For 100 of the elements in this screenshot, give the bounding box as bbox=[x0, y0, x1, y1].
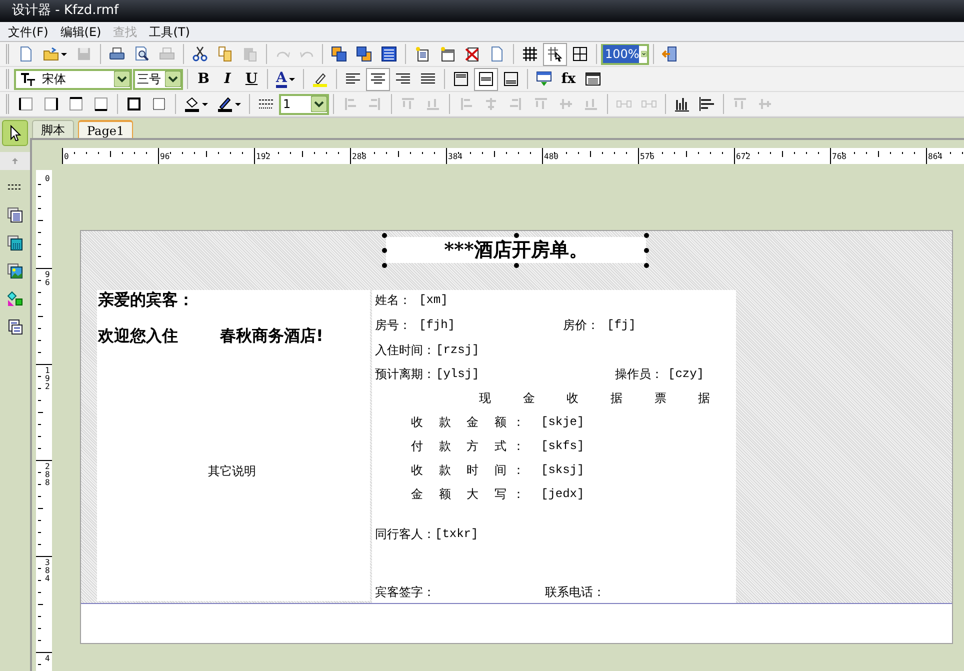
pen-icon bbox=[217, 96, 233, 112]
tab[interactable]: Page1 bbox=[78, 120, 134, 138]
align-icon bbox=[558, 96, 574, 112]
selection-handle[interactable] bbox=[514, 233, 519, 238]
selection-handle[interactable] bbox=[644, 248, 649, 253]
grid-cursor-icon bbox=[547, 46, 563, 62]
horizontal-bars-icon bbox=[699, 96, 715, 112]
data-field-tag: [sksj] bbox=[541, 463, 584, 477]
menu-item[interactable]: 编辑(E) bbox=[55, 22, 106, 40]
align-icon bbox=[508, 96, 524, 112]
ruler-label: 672 bbox=[736, 153, 750, 161]
field-label: 房价： bbox=[563, 318, 599, 332]
grid-icon bbox=[522, 46, 538, 62]
dropdown[interactable]: 宋体 bbox=[14, 68, 132, 90]
toolbar-button[interactable] bbox=[366, 68, 390, 90]
selection-handle[interactable] bbox=[644, 263, 649, 268]
printer-icon bbox=[159, 46, 175, 62]
ruler-label: 96 bbox=[160, 153, 170, 161]
overlapping-squares-icon bbox=[331, 46, 347, 62]
toolbar-button[interactable]: U bbox=[240, 68, 263, 90]
printer-icon bbox=[109, 46, 125, 62]
toolbar-button[interactable]: B bbox=[192, 68, 215, 90]
curved-arrow-icon bbox=[276, 50, 290, 58]
heading-text: 春秋商务酒店! bbox=[220, 327, 324, 345]
align-middle-icon bbox=[478, 71, 494, 87]
align-bottom-icon bbox=[502, 71, 519, 87]
data-field-tag: [fj] bbox=[607, 318, 636, 332]
left-border-icon bbox=[18, 96, 34, 112]
align-icon bbox=[400, 96, 416, 112]
tab[interactable]: 脚本 bbox=[32, 120, 74, 138]
ruler-label: 288 bbox=[45, 463, 51, 487]
ruler-label: 192 bbox=[45, 367, 51, 391]
toolbar-button[interactable] bbox=[474, 68, 498, 90]
ruler-label: 4 bbox=[45, 655, 51, 663]
window-down-arrow-icon bbox=[536, 71, 552, 87]
ruler-label: 768 bbox=[832, 153, 846, 161]
field-label: 付 款 方 式： bbox=[411, 439, 530, 453]
ruler-label: 192 bbox=[256, 153, 270, 161]
font-icon bbox=[20, 71, 36, 87]
right-border-icon bbox=[43, 96, 59, 112]
picture-icon bbox=[7, 263, 23, 279]
selection-handle[interactable] bbox=[644, 233, 649, 238]
data-field-tag: [fjh] bbox=[419, 318, 456, 332]
ruler-label: 384 bbox=[448, 153, 462, 161]
copy-icon bbox=[217, 46, 233, 62]
field-label: 入住时间： bbox=[375, 343, 435, 357]
page-icon bbox=[18, 46, 34, 62]
field-label: 金 额 大 写： bbox=[411, 487, 530, 501]
data-field-tag: [ylsj] bbox=[436, 367, 480, 381]
field-label: 收 款 金 额： bbox=[411, 415, 530, 429]
dropdown[interactable]: 1 bbox=[279, 94, 329, 114]
data-field-tag: [jedx] bbox=[541, 487, 584, 501]
caret-icon bbox=[61, 52, 67, 56]
full-border-icon bbox=[126, 96, 142, 112]
heading-text: 欢迎您入住 bbox=[98, 327, 178, 345]
menu-item[interactable]: 工具(T) bbox=[144, 22, 195, 40]
ruler-label: 576 bbox=[640, 153, 654, 161]
text-pages-icon bbox=[7, 207, 23, 223]
data-field-tag: [skfs] bbox=[541, 439, 584, 453]
data-field-tag: [skje] bbox=[541, 415, 584, 429]
ruler-label: 384 bbox=[45, 559, 51, 583]
field-label: 操作员： bbox=[615, 367, 663, 381]
exit-door-icon bbox=[662, 46, 678, 62]
top-border-icon bbox=[68, 96, 84, 112]
selection-handle[interactable] bbox=[382, 248, 387, 253]
sparkle-page-icon bbox=[414, 46, 430, 62]
align-icon bbox=[483, 96, 499, 112]
label-text: 其它说明 bbox=[208, 464, 256, 478]
ruler-label: 0 bbox=[45, 175, 51, 183]
page-icon bbox=[489, 46, 505, 62]
selection-handle[interactable] bbox=[514, 263, 519, 268]
align-icon bbox=[533, 96, 549, 112]
list-panel-icon bbox=[381, 46, 397, 62]
caret-icon bbox=[288, 78, 295, 80]
dropdown[interactable]: 100% bbox=[601, 44, 649, 64]
data-field-tag: [txkr] bbox=[435, 527, 478, 541]
field-label: 收 款 时 间： bbox=[411, 463, 530, 477]
delete-page-icon bbox=[464, 46, 480, 62]
menu-item[interactable]: 文件(F) bbox=[3, 22, 54, 40]
toolbar-button[interactable]: fx bbox=[556, 68, 580, 90]
caret-icon bbox=[202, 102, 208, 106]
ruler-label: 480 bbox=[544, 153, 558, 161]
toolbar-button[interactable]: I bbox=[216, 68, 239, 90]
window-title: 设计器 - Kfzd.rmf bbox=[12, 2, 119, 20]
section-heading: 现 金 收 据 票 据 bbox=[479, 391, 724, 405]
toolbar-button[interactable] bbox=[543, 42, 567, 66]
calculator-icon bbox=[7, 235, 23, 251]
field-label: 预计离期： bbox=[375, 367, 435, 381]
field-label: 房号： bbox=[375, 318, 411, 332]
bottom-border-icon bbox=[93, 96, 109, 112]
dropdown-arrow-icon bbox=[114, 71, 130, 87]
dropdown-arrow-icon bbox=[311, 96, 327, 112]
selection-handle[interactable] bbox=[382, 233, 387, 238]
field-label: 姓名： bbox=[375, 293, 411, 307]
toolbox-button[interactable] bbox=[2, 120, 28, 146]
align-icon bbox=[458, 96, 474, 112]
dropdown[interactable]: 三号 bbox=[133, 68, 183, 90]
toolbar-button[interactable]: A bbox=[272, 68, 299, 90]
curved-arrow-icon bbox=[300, 50, 314, 58]
selection-handle[interactable] bbox=[382, 263, 387, 268]
